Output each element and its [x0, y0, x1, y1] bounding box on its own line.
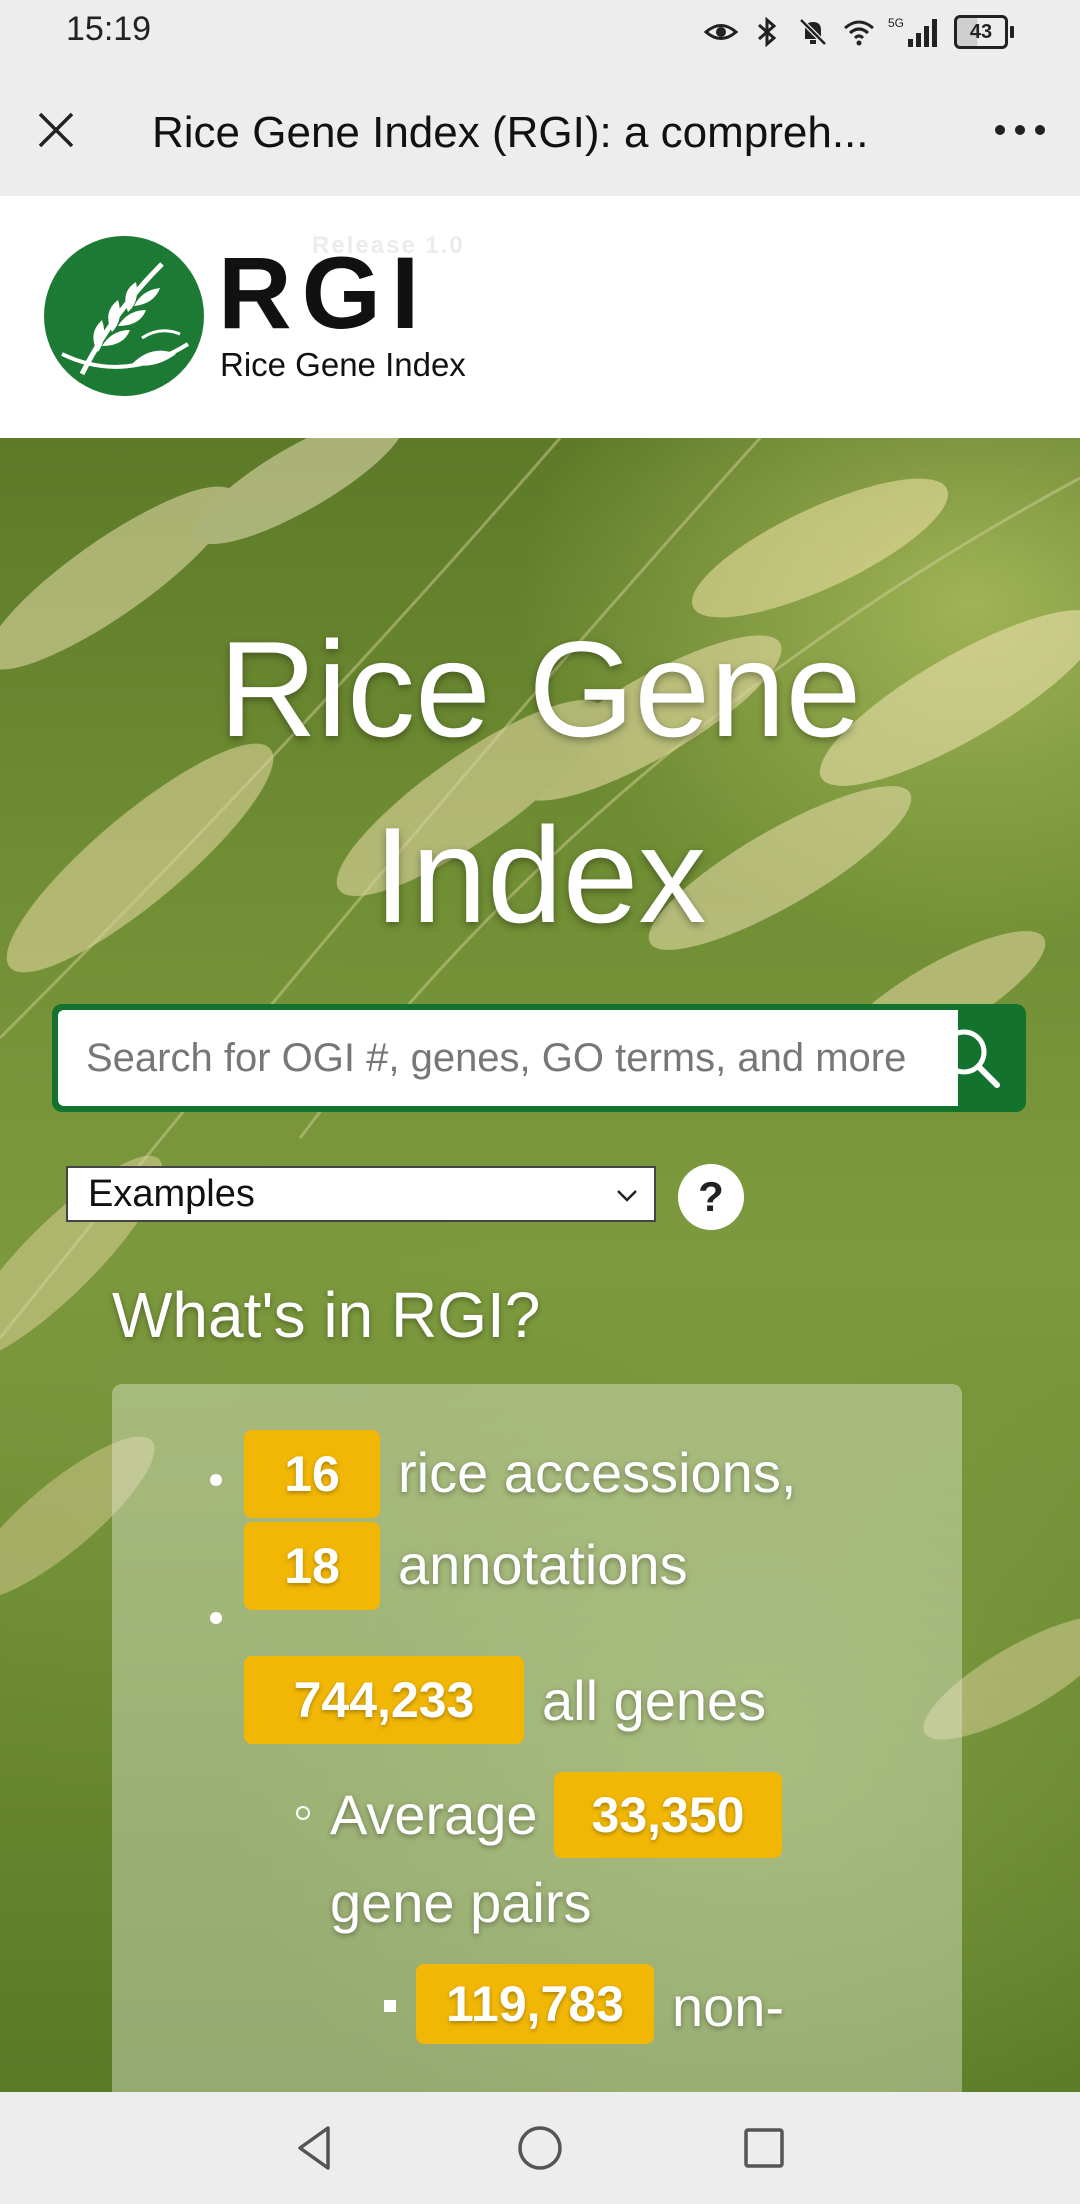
hero-title-line1: Rice Gene: [218, 613, 862, 765]
bullet-circle: [296, 1806, 310, 1820]
network-type: 5G: [888, 16, 904, 30]
back-nav-icon[interactable]: [286, 2118, 346, 2178]
genes-count-badge: 744,233: [244, 1656, 524, 1744]
logo-text[interactable]: RGI: [218, 242, 429, 344]
search-bar: [52, 1004, 1026, 1112]
search-button[interactable]: [914, 1004, 1026, 1112]
average-label: Average: [330, 1783, 538, 1846]
more-options-button[interactable]: [984, 102, 1056, 158]
genes-text: all genes: [542, 1669, 767, 1732]
battery-level: 43: [954, 15, 1008, 49]
search-input[interactable]: [58, 1010, 958, 1106]
status-time: 15:19: [66, 10, 152, 48]
bluetooth-icon: [758, 16, 777, 48]
close-button[interactable]: [28, 102, 84, 158]
logo-subtext: Rice Gene Index: [220, 346, 466, 383]
chevron-down-icon: [617, 1190, 637, 1202]
rgi-logo-icon[interactable]: [42, 234, 206, 398]
status-icons: 5G 43: [704, 12, 1014, 52]
hero-section: Rice Gene Index Examples ? What's in RGI…: [0, 438, 1080, 2092]
page-title: Rice Gene Index (RGI): a compreh...: [152, 108, 869, 157]
hero-title: Rice Gene Index: [0, 596, 1080, 968]
annotations-text: annotations: [398, 1533, 688, 1596]
whats-in-heading: What's in RGI?: [112, 1279, 541, 1351]
status-bar: 15:19 5G 43: [0, 0, 1080, 66]
browser-title-bar: Rice Gene Index (RGI): a compreh...: [0, 66, 1080, 196]
non-text: non-: [672, 1975, 785, 2038]
more-icon: [995, 125, 1045, 135]
annotations-count-badge: 18: [244, 1522, 380, 1610]
non-count-badge: 119,783: [416, 1964, 654, 2044]
battery-icon: 43: [954, 15, 1014, 49]
average-count-badge: 33,350: [554, 1772, 782, 1858]
eye-icon: [704, 24, 738, 40]
home-nav-icon[interactable]: [510, 2118, 570, 2178]
accessions-text: rice accessions,: [398, 1441, 797, 1504]
bell-muted-icon: [799, 18, 827, 46]
examples-selected: Examples: [88, 1172, 255, 1215]
help-button[interactable]: ?: [678, 1164, 744, 1230]
examples-dropdown[interactable]: Examples: [66, 1166, 656, 1222]
bullet-square: [384, 2000, 396, 2012]
search-icon: [941, 1029, 1000, 1088]
close-icon: [38, 112, 74, 148]
accessions-count-badge: 16: [244, 1430, 380, 1518]
site-header: Release 1.0 RGI Rice Gene Index: [0, 196, 1080, 438]
hero-title-line2: Index: [373, 799, 707, 951]
average-text: gene pairs: [330, 1871, 592, 1934]
cellular-signal-icon: 5G: [888, 16, 937, 47]
wifi-icon: [844, 20, 874, 46]
bullet-dot: [210, 1612, 222, 1624]
recents-nav-icon[interactable]: [734, 2118, 794, 2178]
stats-panel: 16 rice accessions, 18 annotations 744,2…: [112, 1384, 962, 2092]
bullet-dot: [210, 1474, 222, 1486]
system-nav-bar: [0, 2092, 1080, 2204]
